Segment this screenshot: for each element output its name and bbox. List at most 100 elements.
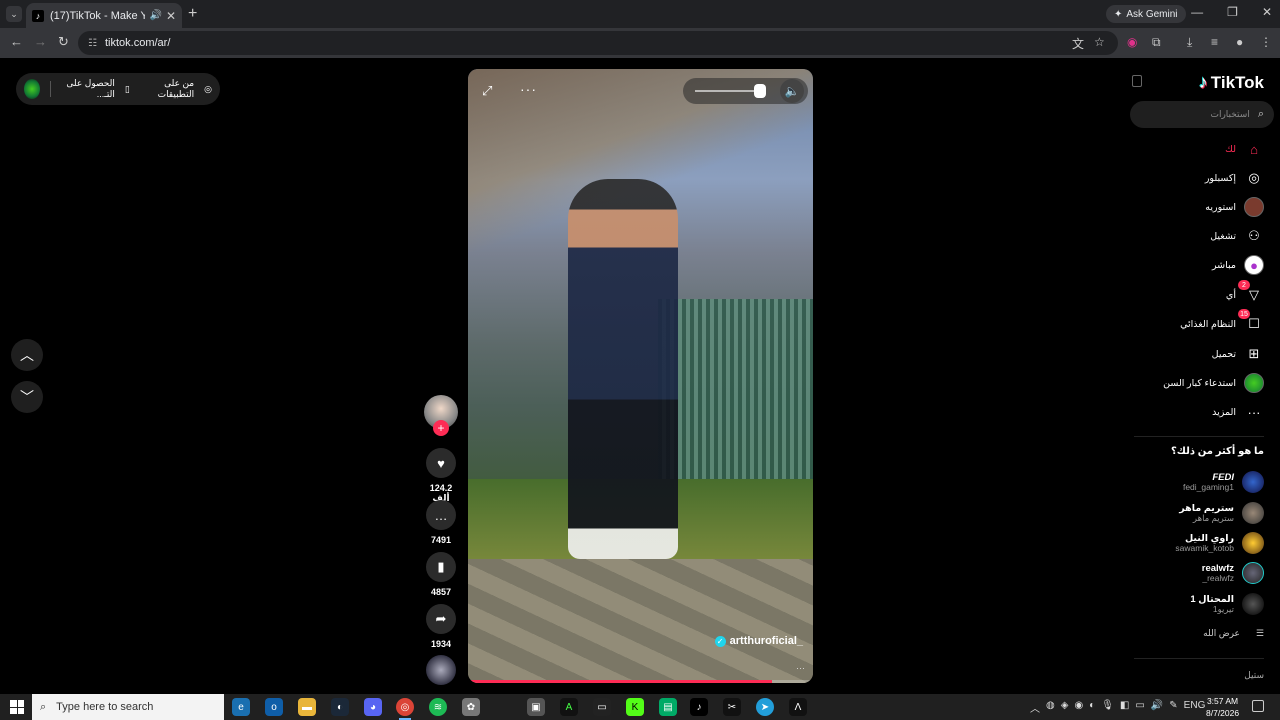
capcut-icon[interactable]: ✂ [723,698,741,716]
download-icon[interactable]: ⤓ [1187,35,1192,50]
minimize-icon[interactable]: — [1191,5,1203,19]
outlook-icon[interactable]: o [265,698,283,716]
comment-icon[interactable]: … [426,500,456,530]
tab-audio-icon[interactable]: 🔊 [149,10,161,21]
app-icon[interactable]: ▭ [593,698,611,716]
tray-app-icon[interactable]: ◉ [1074,700,1083,715]
extensions-puzzle-icon[interactable]: ⧉ [1152,35,1161,50]
discord-icon[interactable]: ◕ [364,698,382,716]
restore-icon[interactable]: ❐ [1227,5,1238,19]
browser-tab[interactable]: ♪ (17)TikTok - Make Your Day 🔊 ✕ [26,3,182,28]
tiktok-logo[interactable]: ♪ TikTok [1199,72,1264,93]
search-input[interactable]: ⌕ استخبارات [1130,101,1274,128]
file-explorer-icon[interactable]: ▬ [298,698,316,716]
sidebar-item-for-you[interactable]: ⌂ لك [1225,139,1264,159]
address-bar[interactable]: ☷ tiktok.com/ar/ [78,31,1118,55]
sidebar-item-stories[interactable]: استوريه [1205,197,1264,217]
close-window-icon[interactable]: ✕ [1262,5,1272,19]
spotify-icon[interactable]: ≋ [429,698,447,716]
video-player[interactable]: ⤢ ··· 🔈 ✓ artthuroficial_ ··· [468,69,813,683]
creator-avatar[interactable]: + [424,395,458,436]
tray-app-icon[interactable]: ◧ [1120,700,1129,715]
sidebar-item-live[interactable]: ● مباشر [1212,255,1264,275]
save-action[interactable]: ▮ 4857 [424,552,458,597]
chevron-up-icon[interactable]: ︿ [1030,700,1040,715]
chrome-icon[interactable]: ◎ [396,698,414,720]
telegram-icon[interactable]: ➤ [756,698,774,716]
show-all-button[interactable]: ☰ عرض الله [1203,628,1264,639]
media-controls-icon[interactable]: ≡ [1211,35,1218,49]
close-tab-icon[interactable]: ✕ [166,9,176,23]
tab-search-button[interactable]: ⌄ [6,6,22,22]
music-disc-icon[interactable] [426,655,456,685]
back-icon[interactable]: ← [10,34,23,49]
forward-icon[interactable]: → [34,34,47,49]
ask-gemini-button[interactable]: ✦ Ask Gemini [1106,5,1186,23]
get-app-banner[interactable]: ◎ من على التطبيقات ▯ الحصول على التـ... [16,73,220,105]
share-icon[interactable]: ➦ [426,604,456,634]
sidebar-item-upload[interactable]: ⊞ تحميل [1212,344,1264,364]
tray-app-icon[interactable]: ◈ [1061,700,1069,715]
steam-icon[interactable]: ◐ [331,698,349,716]
translate-icon[interactable]: 文 [1072,35,1084,52]
video-caption-more-icon[interactable]: ··· [796,663,805,673]
kick-icon[interactable]: K [626,698,644,716]
windows-start-icon[interactable] [10,700,24,714]
app-icon[interactable]: Λ [789,698,807,716]
comment-action[interactable]: … 7491 [424,500,458,545]
photos-icon[interactable]: ▣ [527,698,545,716]
volume-control[interactable]: 🔈 [683,78,808,104]
network-icon[interactable]: ▭ [1135,700,1144,715]
sidebar-item-label: تشغيل [1210,230,1236,242]
sidebar-footer-link[interactable]: ستيل [1244,670,1264,681]
volume-knob[interactable] [754,84,766,98]
app-icon[interactable]: ▤ [659,698,677,716]
volume-icon[interactable]: 🔊 [1151,700,1163,715]
tray-app-icon[interactable]: ◍ [1046,700,1055,715]
taskbar-clock[interactable]: 3:57 AM 8/7/2026 [1206,695,1239,719]
video-author-handle[interactable]: ✓ artthuroficial_ [714,635,803,647]
extension-icon[interactable]: ◉ [1127,35,1137,49]
account-item[interactable]: راوي النيل sawamik_kotob [1175,532,1264,554]
more-options-icon[interactable]: ··· [520,81,537,97]
tray-app-icon[interactable]: ◐ [1089,700,1095,715]
account-item[interactable]: ستريم ماهر ستريم ماهر [1179,502,1264,524]
pen-icon[interactable]: ✎ [1169,700,1177,715]
sidebar-item-messages[interactable]: ▽ 2 أي [1226,280,1264,305]
video-progress-bar[interactable] [468,680,813,683]
search-icon[interactable]: ⌕ [1258,108,1264,121]
notification-icon[interactable] [1252,700,1264,712]
sidebar-item-explore[interactable]: ◎ إكسبلور [1205,168,1264,188]
sidebar-item-more[interactable]: ··· المزيد [1212,402,1264,422]
language-indicator[interactable]: ENG [1184,700,1206,715]
account-item[interactable]: realwfz realwfz_ [1202,562,1264,584]
app-icon[interactable]: A [560,698,578,716]
sidebar-item-profile[interactable]: استدعاء كبار السن [1163,373,1264,393]
bookmark-icon[interactable]: ▮ [426,552,456,582]
fullscreen-icon[interactable]: ⤢ [482,83,492,99]
tiktok-app-icon[interactable]: ♪ [690,698,708,716]
heart-icon[interactable]: ♥ [426,448,456,478]
previous-video-button[interactable]: ︿ [11,339,43,371]
next-video-button[interactable]: ﹀ [11,381,43,413]
taskbar-search-input[interactable]: ⌕ Type here to search [32,694,224,720]
new-tab-button[interactable]: + [188,5,197,23]
volume-speaker-icon[interactable]: 🔈 [780,79,804,103]
follow-plus-icon[interactable]: + [433,420,449,436]
sidebar-item-inbox[interactable]: ☐ 15 النظام الغذائي [1180,309,1264,334]
bookmark-star-icon[interactable]: ☆ [1094,35,1105,49]
profile-avatar-icon[interactable]: ● [1236,35,1243,49]
reload-icon[interactable]: ↻ [58,34,69,50]
user-avatar[interactable] [24,79,40,99]
share-action[interactable]: ➦ 1934 [424,604,458,649]
site-info-icon[interactable]: ☷ [88,38,97,49]
like-action[interactable]: ♥ 124.2 ألف [424,448,458,504]
chrome-menu-icon[interactable]: ⋮ [1260,35,1272,49]
account-item[interactable]: FEDI fedi_gaming1 [1183,471,1264,493]
collapse-sidebar-icon[interactable] [1132,75,1142,87]
edge-icon[interactable]: e [232,698,250,716]
sidebar-item-following[interactable]: ⚇ تشغيل [1210,226,1264,246]
app-icon[interactable]: ✿ [462,698,480,716]
microphone-icon[interactable]: 🎙 [1101,700,1114,715]
account-item[interactable]: المحتال 1 تيريو1 [1190,593,1264,615]
